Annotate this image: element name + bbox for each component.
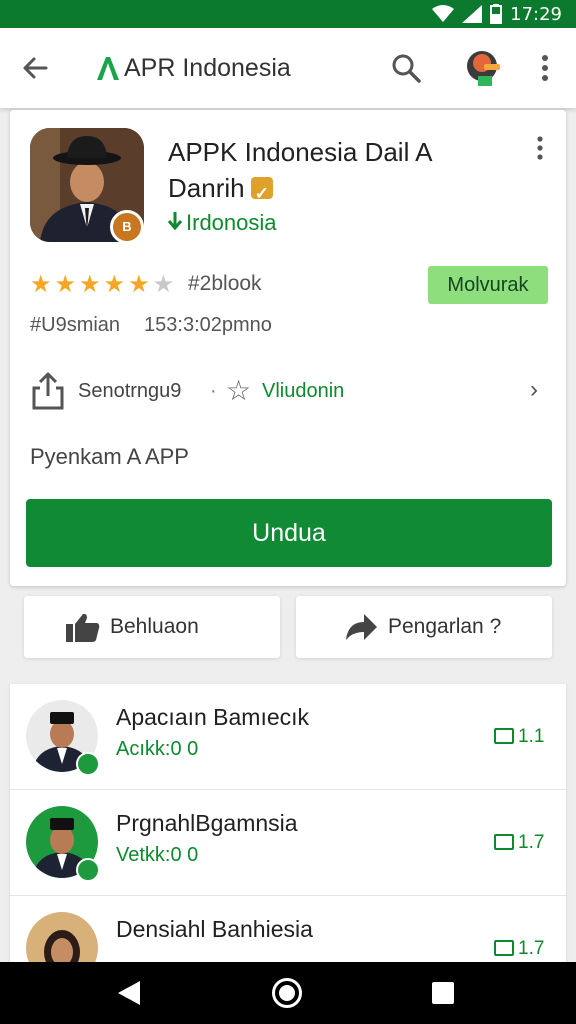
developer-name: Irdonosia — [186, 210, 277, 235]
online-badge — [76, 858, 100, 882]
list-item-subtitle: Acıkk:0 0 — [116, 738, 199, 760]
star-icon: ★ — [103, 271, 126, 298]
app-category: Pyenkam A APP — [30, 444, 189, 469]
related-list: Apacıaın Bamıecık Acıkk:0 0 1.1 PrgnahlB… — [10, 684, 566, 964]
list-item-meta-value: 1.7 — [518, 938, 545, 959]
message-icon — [494, 940, 514, 956]
list-item-meta-value: 1.1 — [518, 726, 545, 747]
wishlist-label: Vliudonin — [262, 380, 345, 402]
nav-recents-icon[interactable] — [432, 982, 454, 1004]
nav-home-icon[interactable] — [272, 978, 302, 1008]
like-button[interactable]: Behluaon — [24, 596, 280, 658]
app-detail-card: B APPK Indonesia Dail A Danrih Irdonosia… — [10, 110, 566, 586]
chevron-right-icon[interactable]: › — [530, 376, 538, 404]
list-item-title: Apacıaın Bamıecık — [116, 704, 310, 730]
status-time: 17:29 — [510, 3, 562, 25]
category-chip[interactable]: Molvurak — [428, 266, 548, 304]
list-item-subtitle: Vetkk:0 0 — [116, 844, 199, 866]
version-info: #U9smian 153:3:02pmno — [30, 314, 296, 337]
card-more-icon[interactable] — [530, 134, 550, 164]
version-value: 153:3:02pmno — [144, 314, 272, 336]
app-bar: APR Indonesia — [0, 28, 576, 108]
list-item[interactable]: Densiahl Banhiesia 1.7 — [10, 896, 566, 964]
search-icon[interactable] — [388, 50, 424, 86]
list-item-meta: 1.7 — [494, 832, 544, 854]
share-icon — [32, 372, 64, 410]
star-icon: ★ — [79, 271, 101, 298]
star-empty-icon: ★ — [152, 271, 175, 298]
settings-label: Pengarlan ? — [388, 615, 502, 638]
account-avatar-icon[interactable] — [462, 46, 506, 90]
more-vert-icon[interactable] — [530, 50, 560, 86]
app-bar-title: APR Indonesia — [124, 54, 291, 82]
rating-stars: ★ ★ ★ ★ ★ ★ — [30, 270, 174, 299]
list-item-title: Densiahl Banhiesia — [116, 916, 313, 942]
avatar-portrait — [26, 912, 98, 964]
list-item-meta-value: 1.7 — [518, 832, 545, 853]
developer-link[interactable]: Irdonosia — [168, 210, 277, 236]
app-logo-icon — [97, 57, 119, 80]
star-icon: ★ — [128, 271, 150, 298]
star-icon: ★ — [30, 271, 52, 298]
share-label: Senotrngu9 — [78, 380, 182, 402]
battery-icon — [490, 4, 503, 24]
status-bar: 17:29 — [0, 0, 576, 28]
download-arrow-icon — [168, 212, 182, 230]
message-icon — [494, 834, 514, 850]
wifi-icon — [432, 5, 455, 22]
list-item-title: PrgnahlBgamnsia — [116, 810, 298, 836]
thumbs-up-icon — [66, 613, 100, 642]
message-icon — [494, 728, 514, 744]
list-item[interactable]: Apacıaın Bamıecık Acıkk:0 0 1.1 — [10, 684, 566, 790]
share-row[interactable]: Senotrngu9 · ☆ Vliudonin › — [30, 372, 550, 412]
app-name: APPK Indonesia Dail A Danrih — [168, 134, 508, 212]
list-item-meta: 1.1 — [494, 726, 544, 748]
settings-button[interactable]: Pengarlan ? — [296, 596, 552, 658]
online-badge — [76, 752, 100, 776]
forward-arrow-icon — [346, 614, 377, 640]
app-icon-badge: B — [110, 210, 144, 244]
list-item[interactable]: PrgnahlBgamnsia Vetkk:0 0 1.7 — [10, 790, 566, 896]
app-name-text: APPK Indonesia Dail A Danrih — [168, 137, 432, 203]
like-label: Behluaon — [110, 615, 199, 638]
status-icons: 17:29 — [432, 3, 562, 25]
avatar — [26, 912, 98, 964]
star-outline-icon: ☆ — [226, 375, 252, 406]
nav-back-icon[interactable] — [116, 980, 142, 1006]
system-nav-bar — [0, 962, 576, 1024]
version-label: #U9smian — [30, 314, 121, 336]
star-icon: ★ — [54, 271, 77, 298]
rating-count: #2blook — [188, 272, 262, 295]
signal-icon — [462, 5, 483, 23]
verified-icon — [250, 176, 273, 212]
back-arrow-icon[interactable] — [18, 50, 54, 86]
separator-dot: · — [210, 380, 217, 402]
list-item-meta: 1.7 — [494, 938, 544, 960]
install-button[interactable]: Undua — [26, 499, 552, 567]
